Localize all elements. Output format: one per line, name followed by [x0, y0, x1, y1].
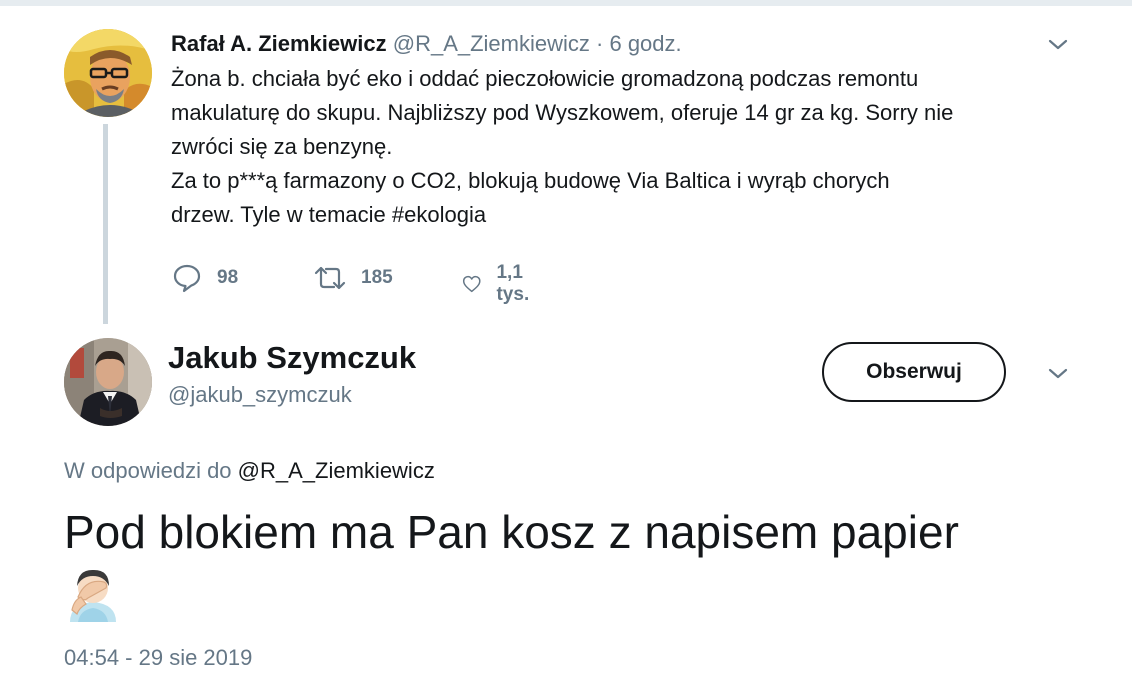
thread-line: [103, 124, 108, 324]
heart-icon: [462, 275, 481, 293]
parent-tweet-line: Za to p***ą farmazony o CO2, blokują bud…: [171, 168, 890, 193]
retweet-count: 185: [361, 267, 393, 288]
retweet-button[interactable]: 185: [313, 262, 393, 294]
author-name[interactable]: Jakub Szymczuk: [168, 339, 416, 377]
parent-tweet-menu-button[interactable]: [1044, 35, 1072, 55]
parent-tweet-line: Żona b. chciała być eko i oddać pieczoło…: [171, 66, 919, 91]
follow-button[interactable]: Obserwuj: [822, 342, 1006, 402]
reply-context: W odpowiedzi do @R_A_Ziemkiewicz: [64, 457, 435, 485]
header-separator: ·: [596, 31, 604, 56]
parent-author-name[interactable]: Rafał A. Ziemkiewicz: [171, 31, 387, 56]
parent-tweet-text: Żona b. chciała być eko i oddać pieczoło…: [171, 62, 1091, 232]
retweet-icon: [314, 266, 346, 290]
facepalm-icon: [70, 569, 116, 622]
tweet-menu-button[interactable]: [1044, 364, 1072, 384]
avatar-ziemkiewicz[interactable]: [64, 29, 152, 117]
parent-tweet-header: Rafał A. Ziemkiewicz @R_A_Ziemkiewicz · …: [171, 31, 682, 57]
parent-tweet-time[interactable]: 6 godz.: [609, 31, 681, 56]
like-count: 1,1 tys.: [496, 262, 530, 305]
reply-button[interactable]: 98: [171, 262, 238, 294]
avatar-szymczuk[interactable]: [64, 338, 152, 426]
parent-tweet-line: zwróci się za benzynę.: [171, 134, 393, 159]
tweet-timestamp[interactable]: 04:54 - 29 sie 2019: [64, 644, 252, 672]
parent-author-handle[interactable]: @R_A_Ziemkiewicz: [393, 31, 590, 56]
top-border: [0, 0, 1132, 6]
reply-target-link[interactable]: @R_A_Ziemkiewicz: [238, 458, 435, 483]
like-button[interactable]: 1,1 tys.: [461, 262, 540, 306]
parent-tweet-line: drzew. Tyle w temacie #ekologia: [171, 202, 487, 227]
chevron-down-icon: [1048, 368, 1068, 379]
parent-tweet-line: makulaturę do skupu. Najbliższy pod Wysz…: [171, 100, 954, 125]
chevron-down-icon: [1048, 39, 1068, 50]
reply-prefix: W odpowiedzi do: [64, 458, 232, 483]
tweet-text: Pod blokiem ma Pan kosz z napisem papier: [64, 506, 959, 558]
author-handle[interactable]: @jakub_szymczuk: [168, 381, 352, 409]
facepalm-emoji: [64, 564, 122, 622]
reply-count: 98: [217, 267, 239, 288]
reply-icon: [173, 264, 201, 293]
